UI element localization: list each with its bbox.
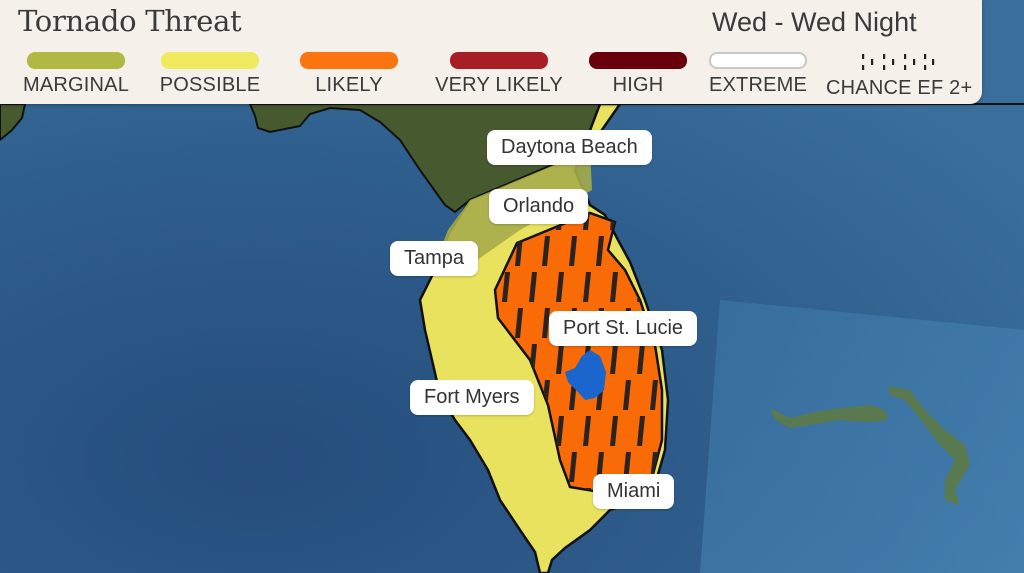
swatch-marginal: [27, 52, 125, 69]
hatch-icon: [856, 52, 936, 72]
swatch-possible: [161, 52, 259, 69]
city-label-tampa[interactable]: Tampa: [390, 241, 479, 276]
legend-label: CHANCE EF 2+: [826, 77, 973, 99]
legend-title: Tornado Threat: [18, 4, 242, 38]
city-label-fort-myers[interactable]: Fort Myers: [410, 380, 534, 415]
swatch-likely: [300, 52, 398, 69]
legend-item-chance-ef2: CHANCE EF 2+: [826, 52, 973, 100]
legend-label: POSSIBLE: [159, 74, 261, 96]
legend-item-high: HIGH: [568, 52, 708, 97]
forecast-period: Wed - Wed Night: [712, 7, 917, 37]
legend-item-likely: LIKELY: [279, 52, 419, 97]
city-label-orlando[interactable]: Orlando: [489, 189, 589, 224]
legend-label: VERY LIKELY: [435, 74, 563, 96]
legend-label: LIKELY: [315, 74, 383, 96]
swatch-extreme: [709, 52, 807, 69]
bahamas-shallows: [700, 300, 1024, 573]
legend-label: EXTREME: [708, 74, 808, 96]
legend-label: MARGINAL: [22, 74, 130, 96]
legend-item-possible: POSSIBLE: [140, 52, 280, 97]
legend-label: HIGH: [612, 74, 664, 96]
city-label-miami[interactable]: Miami: [593, 474, 675, 509]
swatch-very-likely: [450, 52, 548, 69]
city-label-port-st-lucie[interactable]: Port St. Lucie: [549, 311, 698, 346]
legend-item-marginal: MARGINAL: [6, 52, 146, 97]
legend-item-extreme: EXTREME: [688, 52, 828, 97]
city-label-daytona-beach[interactable]: Daytona Beach: [487, 130, 652, 165]
legend-item-very-likely: VERY LIKELY: [429, 52, 569, 97]
legend-panel: Tornado Threat Wed - Wed Night MARGINAL …: [0, 0, 982, 104]
swatch-high: [589, 52, 687, 69]
